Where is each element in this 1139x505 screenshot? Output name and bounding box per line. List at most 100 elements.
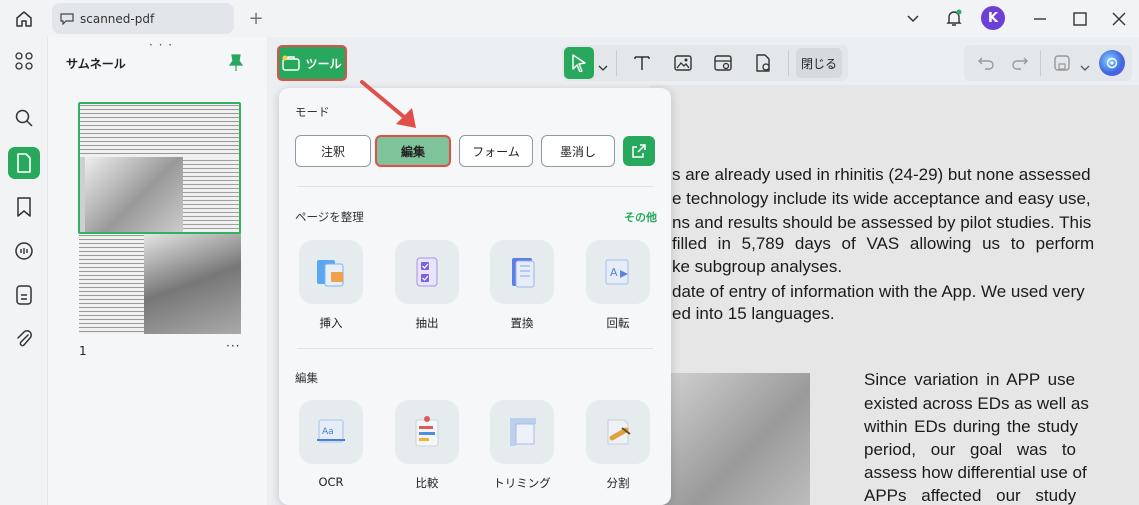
close-window-icon[interactable] [1108, 8, 1130, 30]
comments-icon[interactable] [8, 235, 40, 267]
insert-tool-label: 挿入 [319, 316, 343, 330]
select-cursor-button[interactable] [564, 47, 594, 79]
title-bar: scanned-pdf + K [0, 0, 1139, 37]
ocr-icon: Aa [299, 400, 363, 464]
toolbar-divider [616, 50, 617, 76]
document-tab[interactable]: scanned-pdf [52, 3, 234, 34]
replace-tool-label: 置換 [510, 316, 534, 330]
crop-tool-label: トリミング [493, 476, 551, 490]
organize-more-link[interactable]: その他 [624, 209, 657, 225]
undo-icon[interactable] [972, 49, 1000, 77]
tools-dropdown-panel: モード 注釈 編集 フォーム 墨消し ページを整理 その他 挿入 抽出 置換 A… [279, 88, 671, 505]
mode-annotate-button[interactable]: 注釈 [295, 135, 371, 167]
document-page: s are already used in rhinitis (24-29) b… [650, 85, 1139, 505]
thumbnail-text-block [79, 232, 144, 334]
bookmark-icon[interactable] [8, 191, 40, 223]
new-tab-button[interactable]: + [245, 6, 267, 30]
replace-tool[interactable]: 置換 [490, 240, 554, 331]
page-number: 1 [79, 344, 87, 358]
organize-section-title: ページを整理 [295, 210, 364, 224]
tools-button[interactable]: ツール [277, 45, 347, 81]
document-line: assess how differential use of [864, 463, 1087, 482]
svg-text:Aa: Aa [322, 427, 334, 437]
ocr-tool[interactable]: Aa OCR [299, 400, 363, 489]
document-line: within EDs during the study [864, 417, 1078, 436]
thumbnails-page-icon[interactable] [8, 147, 40, 179]
thumbnail-panel-title: サムネール [66, 57, 126, 71]
comment-icon [60, 12, 74, 25]
apps-grid-icon[interactable] [8, 45, 40, 77]
paperclip-icon[interactable] [8, 323, 40, 355]
insert-pages-icon [299, 240, 363, 304]
minimize-icon[interactable] [1029, 8, 1051, 30]
notification-bell-icon[interactable] [942, 6, 966, 30]
compare-tool-label: 比較 [415, 476, 439, 490]
save-icon[interactable] [1048, 49, 1076, 77]
home-icon[interactable] [12, 7, 36, 31]
document-line: s are already used in rhinitis (24-29) b… [672, 165, 1091, 184]
compare-tool[interactable]: 比較 [395, 400, 459, 491]
section-divider [297, 186, 653, 187]
chevron-down-icon[interactable] [1080, 57, 1090, 76]
search-icon[interactable] [8, 102, 40, 134]
text-tool-icon[interactable] [628, 49, 656, 77]
document-line: period, our goal was to [864, 440, 1076, 459]
compare-icon [395, 400, 459, 464]
thumbnail-panel: · · · サムネール 1 ··· [47, 37, 267, 505]
document-line: ns and results should be assessed by pil… [672, 213, 1092, 232]
user-avatar[interactable]: K [981, 6, 1005, 30]
document-line: APPs affected our study [864, 486, 1077, 505]
crop-icon [490, 400, 554, 464]
panel-drag-handle[interactable]: · · · [149, 38, 173, 52]
cursor-icon [572, 54, 586, 72]
tab-title: scanned-pdf [80, 11, 155, 26]
document-line: Since variation in APP use [864, 370, 1076, 389]
extract-tool[interactable]: 抽出 [395, 240, 459, 331]
page-more-button[interactable]: ··· [226, 339, 240, 353]
chevron-down-icon[interactable] [902, 8, 924, 30]
edit-section-title: 編集 [295, 371, 318, 385]
maximize-icon[interactable] [1069, 8, 1091, 30]
annotation-arrow [360, 80, 416, 128]
section-divider [297, 348, 653, 349]
ai-assistant-icon[interactable] [1099, 50, 1125, 76]
chevron-down-icon[interactable] [598, 57, 608, 76]
close-edit-button[interactable]: 閉じる [796, 48, 842, 78]
document-line: e technology include its wide acceptance… [672, 189, 1091, 208]
replace-pages-icon [490, 240, 554, 304]
thumbnail-viewport-selection[interactable] [78, 102, 241, 234]
ocr-tool-label: OCR [318, 475, 344, 489]
thumbnail-photo [144, 232, 241, 334]
open-external-button[interactable] [623, 136, 655, 166]
attachment-doc-icon[interactable] [8, 279, 40, 311]
document-photo [650, 373, 810, 505]
mode-form-button[interactable]: フォーム [459, 135, 533, 167]
document-line: existed across EDs as well as [864, 394, 1089, 413]
toolbox-icon [282, 55, 301, 71]
mode-section-title: モード [295, 105, 330, 119]
split-tool[interactable]: 分割 [586, 400, 650, 491]
svg-text:A: A [610, 266, 618, 279]
link-tool-icon[interactable] [709, 49, 737, 77]
rotate-tool-label: 回転 [606, 316, 630, 330]
insert-tool[interactable]: 挿入 [299, 240, 363, 331]
watermark-tool-icon[interactable] [749, 49, 777, 77]
extract-tool-label: 抽出 [415, 316, 439, 330]
mode-redact-button[interactable]: 墨消し [541, 135, 615, 167]
pin-icon[interactable] [228, 54, 244, 76]
left-rail [0, 37, 47, 505]
image-tool-icon[interactable] [669, 49, 697, 77]
redo-icon[interactable] [1006, 49, 1034, 77]
split-icon [586, 400, 650, 464]
rotate-pages-icon: A [586, 240, 650, 304]
document-line: ke subgroup analyses. [672, 257, 843, 276]
rotate-tool[interactable]: A 回転 [586, 240, 650, 331]
external-link-icon [632, 144, 646, 158]
mode-edit-button[interactable]: 編集 [375, 135, 451, 167]
tools-button-label: ツール [305, 56, 342, 71]
toolbar-divider [1040, 50, 1041, 76]
document-line: date of entry of information with the Ap… [672, 282, 1085, 301]
document-line: ed into 15 languages. [672, 304, 835, 323]
extract-pages-icon [395, 240, 459, 304]
crop-tool[interactable]: トリミング [490, 400, 554, 491]
